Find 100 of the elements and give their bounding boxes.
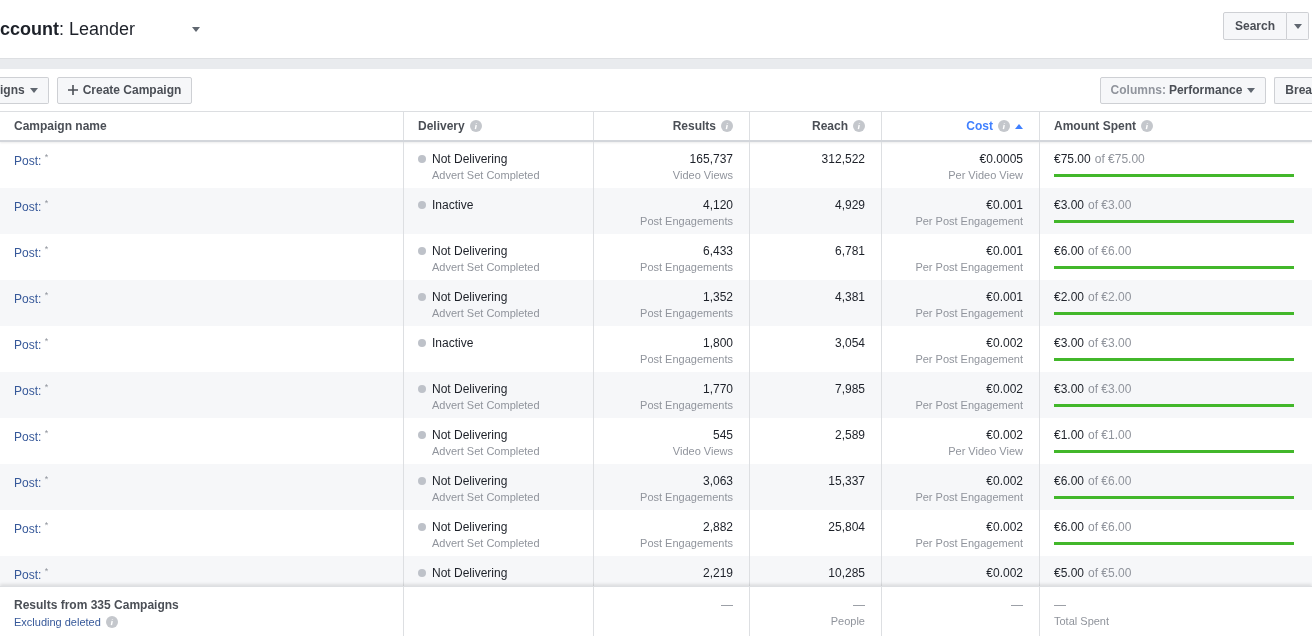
cost-value: €0.002: [985, 566, 1023, 580]
caret-icon: [192, 26, 200, 32]
campaign-name-link[interactable]: Post: $^{*}$: [14, 522, 49, 536]
delivery-note: Advert Set Completed: [431, 169, 541, 181]
caret-icon: [1015, 123, 1023, 129]
budget-amount: of €6.00: [1088, 474, 1132, 488]
campaign-name-link[interactable]: Post: $^{*}$: [14, 384, 49, 398]
amount-spent: €75.00: [1054, 152, 1091, 166]
cost-label: Per Post Engagement: [914, 261, 1023, 273]
toolbar-button[interactable]: Columns: Performance: [1099, 76, 1267, 104]
amount-spent: €5.00: [1054, 566, 1085, 580]
spent-total: —: [1054, 598, 1067, 612]
column-header[interactable]: Delivery: [404, 112, 594, 140]
results-value: 4,120: [701, 198, 733, 212]
results-label: Post Engagements: [639, 491, 733, 503]
account-dropdown[interactable]: [190, 24, 202, 34]
column-header[interactable]: Cost: [882, 112, 1040, 140]
reach-value: 7,985: [833, 382, 865, 396]
cost-value: €0.002: [985, 382, 1023, 396]
delivery-status: Not Delivering: [432, 474, 508, 488]
campaign-name-link[interactable]: Post: $^{*}$: [14, 338, 49, 352]
results-total: —: [720, 598, 733, 612]
delivery-status: Not Delivering: [432, 382, 508, 396]
results-value: 2,882: [701, 520, 733, 534]
cost-label: Per Video View: [947, 445, 1023, 457]
caret-icon: [1293, 23, 1302, 29]
cost-label: Per Post Engagement: [914, 399, 1023, 411]
delivery-note: Advert Set Completed: [431, 307, 541, 319]
results-value: 1,800: [701, 336, 733, 350]
search-dropdown-button[interactable]: [1287, 12, 1309, 40]
budget-amount: of €5.00: [1088, 566, 1132, 580]
results-value: 3,063: [701, 474, 733, 488]
budget-amount: of €2.00: [1088, 290, 1132, 304]
search-button[interactable]: Search: [1222, 12, 1287, 40]
campaign-name-link[interactable]: Post: $^{*}$: [14, 246, 49, 260]
delivery-status: Not Delivering: [432, 244, 508, 258]
excluding-deleted-link[interactable]: Excluding deleted: [14, 616, 101, 628]
campaign-name-link[interactable]: Post: $^{*}$: [14, 154, 49, 168]
budget-amount: of €75.00: [1094, 152, 1145, 166]
campaign-name-link[interactable]: Post: $^{*}$: [14, 430, 49, 444]
budget-amount: of €1.00: [1088, 428, 1132, 442]
delivery-status: Inactive: [432, 336, 474, 350]
cost-label: Per Post Engagement: [914, 537, 1023, 549]
results-value: 545: [711, 428, 733, 442]
campaign-name-link[interactable]: Post: $^{*}$: [14, 568, 49, 582]
results-value: 1,352: [701, 290, 733, 304]
column-header[interactable]: Reach: [750, 112, 882, 140]
results-value: 2,219: [701, 566, 733, 580]
delivery-status: Inactive: [432, 198, 474, 212]
cost-value: €0.002: [985, 474, 1023, 488]
delivery-note: Advert Set Completed: [431, 261, 541, 273]
budget-amount: of €3.00: [1088, 382, 1132, 396]
status-dot: [418, 385, 426, 393]
cost-value: €0.0005: [978, 152, 1023, 166]
results-label: Post Engagements: [639, 399, 733, 411]
campaign-name-link[interactable]: Post: $^{*}$: [14, 292, 49, 306]
toolbar-button[interactable]: igns: [0, 76, 49, 104]
cost-value: €0.001: [985, 290, 1023, 304]
cost-value: €0.002: [985, 520, 1023, 534]
campaign-name-link[interactable]: Post: $^{*}$: [14, 476, 49, 490]
status-dot: [418, 201, 426, 209]
cost-label: Per Post Engagement: [914, 353, 1023, 365]
column-header[interactable]: Results: [594, 112, 750, 140]
column-header[interactable]: Amount Spent: [1040, 112, 1312, 140]
cost-value: €0.002: [985, 336, 1023, 350]
results-value: 6,433: [701, 244, 733, 258]
reach-value: 3,054: [833, 336, 865, 350]
status-dot: [418, 431, 426, 439]
cost-value: €0.002: [985, 428, 1023, 442]
amount-spent: €6.00: [1054, 474, 1085, 488]
create-campaign-button[interactable]: Create Campaign: [56, 76, 193, 104]
reach-total: —: [852, 598, 865, 612]
results-label: Post Engagements: [639, 215, 733, 227]
delivery-status: Not Delivering: [432, 428, 508, 442]
results-label: Post Engagements: [639, 537, 733, 549]
reach-value: 312,522: [820, 152, 865, 166]
cost-label: Per Post Engagement: [914, 215, 1023, 227]
results-label: Post Engagements: [639, 261, 733, 273]
amount-spent: €1.00: [1054, 428, 1085, 442]
results-label: Video Views: [671, 169, 733, 181]
account-title: ccount: Leander: [0, 18, 137, 40]
reach-value: 4,381: [833, 290, 865, 304]
cost-total: —: [1010, 598, 1023, 612]
delivery-note: Advert Set Completed: [431, 445, 541, 457]
cost-label: Per Post Engagement: [914, 491, 1023, 503]
reach-value: 15,337: [827, 474, 865, 488]
toolbar-button[interactable]: Brea: [1274, 76, 1312, 104]
delivery-status: Not Delivering: [432, 566, 508, 580]
delivery-note: Advert Set Completed: [431, 537, 541, 549]
amount-spent: €2.00: [1054, 290, 1085, 304]
results-summary: Results from 335 Campaigns: [14, 598, 180, 612]
results-label: Post Engagements: [639, 353, 733, 365]
cost-label: Per Video View: [947, 169, 1023, 181]
campaign-name-link[interactable]: Post: $^{*}$: [14, 200, 49, 214]
status-dot: [418, 523, 426, 531]
delivery-note: Advert Set Completed: [431, 491, 541, 503]
amount-spent: €6.00: [1054, 520, 1085, 534]
results-label: Video Views: [671, 445, 733, 457]
delivery-note: Advert Set Completed: [431, 399, 541, 411]
column-header[interactable]: Campaign name: [0, 112, 404, 140]
